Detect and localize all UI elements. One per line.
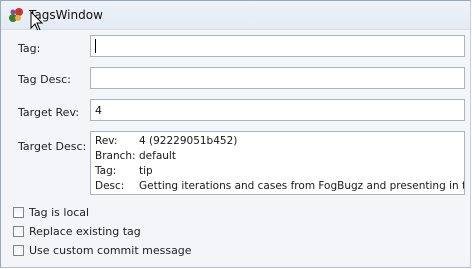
desc-value: Getting iterations and cases from FogBug… bbox=[139, 180, 464, 192]
title-bar[interactable]: TagsWindow bbox=[1, 1, 470, 32]
checkbox-label: Use custom commit message bbox=[29, 244, 192, 257]
use-custom-commit-message-checkbox[interactable]: Use custom commit message bbox=[13, 244, 192, 257]
desc-row-rev: Rev: 4 (92229051b452) bbox=[95, 135, 237, 147]
text-caret bbox=[95, 39, 96, 53]
tag-label: Tag: bbox=[18, 42, 41, 55]
tag-is-local-checkbox[interactable]: Tag is local bbox=[13, 206, 89, 219]
checkbox-box[interactable] bbox=[13, 226, 24, 237]
checkbox-box[interactable] bbox=[13, 245, 24, 256]
target-rev-value: 4 bbox=[95, 104, 102, 117]
desc-key: Branch: bbox=[95, 150, 136, 162]
target-rev-input[interactable]: 4 bbox=[90, 99, 465, 121]
tag-desc-label: Tag Desc: bbox=[18, 73, 71, 86]
desc-row-desc: Desc: Getting iterations and cases from F… bbox=[95, 180, 464, 192]
desc-value: default bbox=[139, 150, 176, 162]
desc-key: Rev: bbox=[95, 135, 118, 147]
target-desc-box[interactable]: Rev: 4 (92229051b452) Branch: default Tag:… bbox=[90, 131, 465, 195]
replace-existing-tag-checkbox[interactable]: Replace existing tag bbox=[13, 225, 141, 238]
desc-key: Tag: bbox=[95, 165, 117, 177]
tags-window: TagsWindow Tag: Tag Desc: Target Rev: 4 … bbox=[0, 0, 471, 268]
app-icon bbox=[9, 8, 23, 22]
checkbox-label: Replace existing tag bbox=[29, 225, 141, 238]
desc-row-tag: Tag: tip bbox=[95, 165, 153, 177]
checkbox-box[interactable] bbox=[13, 207, 24, 218]
target-rev-label: Target Rev: bbox=[18, 106, 80, 119]
form-area: Tag: Tag Desc: Target Rev: 4 Target Desc… bbox=[1, 30, 470, 267]
checkbox-label: Tag is local bbox=[29, 206, 90, 219]
desc-value: 4 (92229051b452) bbox=[139, 135, 238, 147]
desc-key: Desc: bbox=[95, 180, 125, 192]
target-desc-label: Target Desc: bbox=[18, 140, 87, 153]
tag-desc-input[interactable] bbox=[90, 67, 465, 89]
desc-value: tip bbox=[139, 165, 153, 177]
tag-input[interactable] bbox=[90, 35, 465, 57]
desc-row-branch: Branch: default bbox=[95, 150, 176, 162]
